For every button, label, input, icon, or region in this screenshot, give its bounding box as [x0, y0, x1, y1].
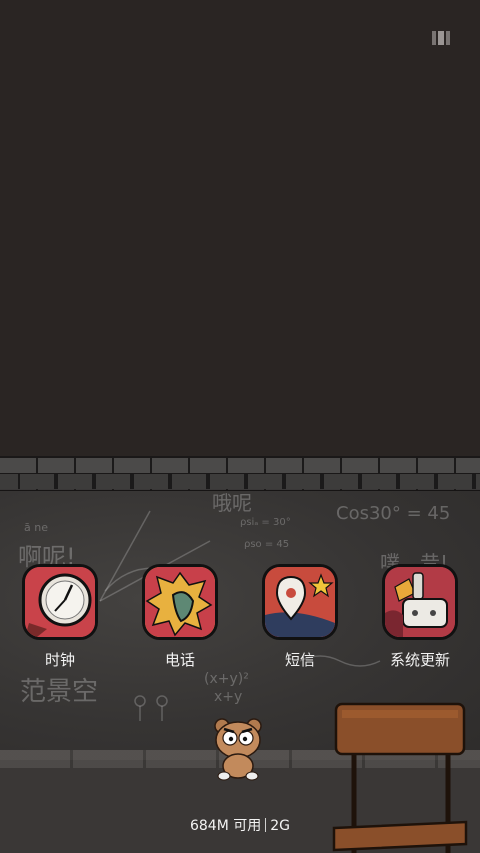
app-sms[interactable]: 短信 [250, 564, 350, 670]
recent-apps-icon[interactable] [432, 31, 450, 45]
app-phone-label: 电话 [164, 651, 195, 669]
app-clock-label: 时钟 [44, 651, 75, 669]
status-divider [265, 818, 267, 832]
update-wrench-icon [382, 564, 458, 640]
app-sms-label: 短信 [284, 651, 315, 669]
app-clock[interactable]: 时钟 [10, 564, 110, 670]
network-type-text: 2G [270, 818, 291, 834]
app-system-update[interactable]: 系统更新 [370, 564, 470, 670]
app-phone[interactable]: 电话 [130, 564, 230, 670]
location-pin-message-icon [262, 564, 338, 640]
alarm-clock-icon [22, 564, 98, 640]
bear-mascot-illustration [214, 718, 262, 781]
recent-apps-area [0, 0, 480, 456]
memory-available-text: 684M 可用 [189, 818, 262, 834]
app-dock: 时钟 电话 短信 系统更新 [0, 564, 480, 674]
phone-icon [142, 564, 218, 640]
app-system-update-label: 系统更新 [389, 651, 450, 669]
memory-status-bar: 684M 可用 2G [0, 815, 480, 835]
